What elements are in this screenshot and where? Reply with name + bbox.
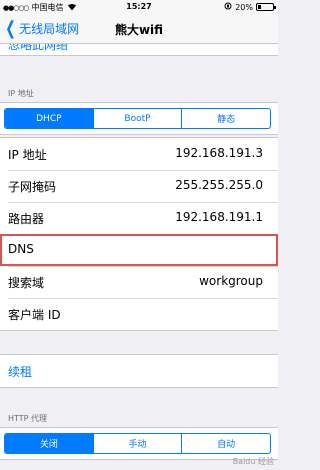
watermark: Baidu 经验 <box>232 457 274 466</box>
forget-network-row[interactable]: 忽略此网络 <box>0 44 278 56</box>
subnet-mask-row: 子网掩码 255.255.255.0 <box>0 170 278 202</box>
renew-lease-list: 续租 <box>0 354 278 388</box>
ip-mode-segmented-control: DHCP BootP 静态 <box>4 108 271 129</box>
segment-static[interactable]: 静态 <box>182 109 270 128</box>
row-label: 子网掩码 <box>8 180 57 194</box>
dns-row[interactable]: DNS <box>0 234 278 266</box>
chevron-left-icon: ❮ <box>5 17 16 39</box>
client-id-row[interactable]: 客户端 ID <box>0 298 278 330</box>
row-label: 客户端 ID <box>8 308 61 322</box>
http-proxy-section-header: HTTP 代理 <box>8 414 48 423</box>
renew-lease-label: 续租 <box>8 365 33 379</box>
segment-bootp[interactable]: BootP <box>94 109 183 128</box>
http-proxy-segmented-control: 关闭 手动 自动 <box>4 433 271 454</box>
search-domain-row[interactable]: 搜索域 workgroup <box>0 266 278 298</box>
segment-auto[interactable]: 自动 <box>182 434 270 453</box>
battery-fill <box>258 5 261 9</box>
segment-dhcp[interactable]: DHCP <box>5 109 94 128</box>
segment-manual[interactable]: 手动 <box>94 434 183 453</box>
row-value: 192.168.191.3 <box>175 146 263 160</box>
battery-icon <box>256 3 276 11</box>
row-label: 搜索域 <box>8 276 45 290</box>
status-bar: ●●○○○ 中国电信 15:27 20% <box>0 0 278 14</box>
segment-off[interactable]: 关闭 <box>5 434 94 453</box>
ip-mode-group: DHCP BootP 静态 <box>0 102 278 135</box>
row-value: 255.255.255.0 <box>175 178 263 192</box>
status-right: 20% <box>224 2 276 12</box>
ip-address-row: IP 地址 192.168.191.3 <box>0 138 278 170</box>
row-label: 路由器 <box>8 212 45 226</box>
orientation-lock-icon <box>224 2 232 12</box>
forget-network-label: 忽略此网络 <box>8 44 69 52</box>
row-value: 192.168.191.1 <box>175 210 263 224</box>
battery-percent: 20% <box>235 2 253 12</box>
row-value[interactable]: workgroup <box>199 274 263 288</box>
row-label: IP 地址 <box>8 148 47 162</box>
navigation-bar: ❮ 无线局域网 熊大wifi <box>0 14 278 44</box>
ip-address-section-header: IP 地址 <box>8 89 34 98</box>
back-button[interactable]: ❮ 无线局域网 <box>3 17 80 39</box>
back-button-label: 无线局域网 <box>19 22 80 36</box>
router-row: 路由器 192.168.191.1 <box>0 202 278 234</box>
renew-lease-button[interactable]: 续租 <box>0 355 278 387</box>
row-label: DNS <box>8 242 34 256</box>
ip-settings-list: IP 地址 192.168.191.3 子网掩码 255.255.255.0 路… <box>0 137 278 331</box>
